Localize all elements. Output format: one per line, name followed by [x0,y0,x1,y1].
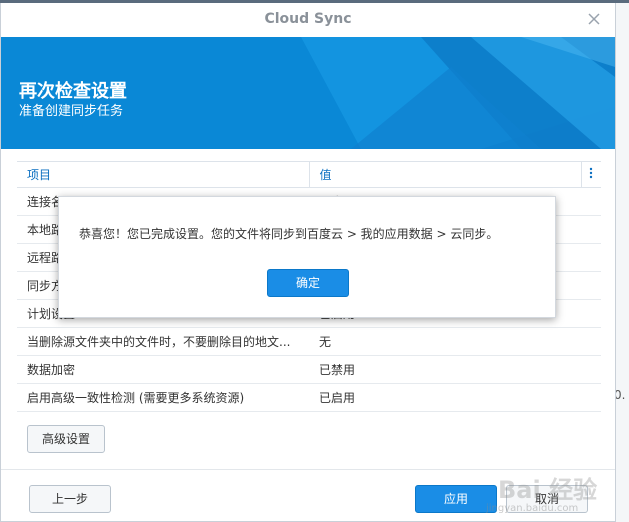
row-item: 当删除源文件夹中的文件时，不要删除目的地文... [17,327,309,356]
wizard-banner: 再次检查设置 准备创建同步任务 [1,37,615,149]
table-row[interactable]: 当删除源文件夹中的文件时，不要删除目的地文... 无 [17,327,601,356]
more-vertical-icon [590,167,593,179]
close-button[interactable] [585,10,603,28]
dialog-message: 恭喜您！您已完成设置。您的文件将同步到百度云 > 我的应用数据 > 云同步。 [79,227,499,241]
previous-button[interactable]: 上一步 [29,485,111,513]
apply-button[interactable]: 应用 [415,485,497,513]
column-header-value[interactable]: 值 [309,161,581,188]
table-row[interactable]: 数据加密 已禁用 [17,355,601,384]
row-value: 无 [309,327,601,356]
row-item: 数据加密 [17,355,309,384]
watermark-brand: Bai 经验 [498,476,598,504]
banner-subtitle: 准备创建同步任务 [19,104,124,119]
watermark-url: jingyan.baidu.com [486,503,579,514]
column-menu-button[interactable] [580,161,601,188]
ok-button[interactable]: 确定 [267,269,349,297]
row-value: 已禁用 [309,355,601,384]
table-row[interactable]: 启用高级一致性检测 (需要更多系统资源) 已启用 [17,383,601,412]
close-icon [588,13,600,25]
row-item: 启用高级一致性检测 (需要更多系统资源) [17,383,309,412]
window-title: Cloud Sync [264,11,352,27]
row-value: 已启用 [309,383,601,412]
column-header-item[interactable]: 项目 [17,161,310,188]
title-bar: Cloud Sync [1,3,615,37]
advanced-settings-button[interactable]: 高级设置 [27,425,105,453]
confirmation-dialog: 恭喜您！您已完成设置。您的文件将同步到百度云 > 我的应用数据 > 云同步。 确… [58,196,556,318]
table-header-row: 项目 值 [17,161,601,188]
